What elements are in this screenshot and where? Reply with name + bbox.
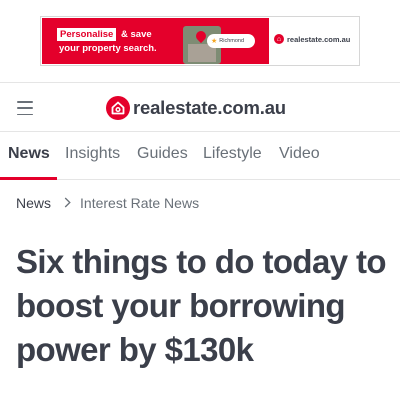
ad-brand-text: realestate.com.au	[287, 34, 351, 44]
ad-personalise-label: Personalise	[57, 28, 117, 41]
menu-icon-line	[17, 101, 33, 103]
home-logo-icon: ⌂	[274, 34, 284, 44]
ad-brand-logo: ⌂ realestate.com.au	[274, 34, 350, 44]
location-pin-icon	[193, 28, 209, 44]
ad-suburb-label: Richmond	[219, 38, 245, 44]
ad-tagline: your property search.	[59, 43, 157, 54]
site-header: realestate.com.au	[0, 82, 400, 132]
breadcrumb: News Interest Rate News	[16, 195, 199, 211]
house-logo-icon	[106, 96, 130, 120]
tab-lifestyle[interactable]: Lifestyle	[203, 145, 262, 163]
tab-insights[interactable]: Insights	[65, 145, 120, 163]
menu-icon-line	[17, 113, 33, 115]
site-logo-text: realestate.com.au	[133, 97, 286, 118]
breadcrumb-news[interactable]: News	[16, 195, 51, 211]
site-logo[interactable]: realestate.com.au	[106, 96, 286, 120]
tab-news[interactable]: News	[8, 145, 50, 163]
active-tab-indicator	[0, 177, 57, 180]
star-icon: ★	[211, 38, 218, 45]
ad-red-panel: Personalise & save your property search.…	[42, 18, 269, 64]
menu-icon-line	[17, 107, 33, 109]
ad-save-text: & save	[121, 29, 152, 40]
advertisement-banner[interactable]: Personalise & save your property search.…	[40, 16, 360, 66]
article-title: Six things to do today to boost your bor…	[16, 243, 387, 368]
section-nav: News Insights Guides Lifestyle Video	[0, 132, 400, 180]
chevron-right-icon	[64, 195, 71, 211]
tab-guides[interactable]: Guides	[137, 145, 188, 163]
menu-icon[interactable]	[17, 101, 33, 115]
tab-video[interactable]: Video	[279, 145, 320, 163]
breadcrumb-interest-rate-news[interactable]: Interest Rate News	[80, 195, 199, 211]
ad-suburb-pill: ★ Richmond	[207, 34, 255, 48]
